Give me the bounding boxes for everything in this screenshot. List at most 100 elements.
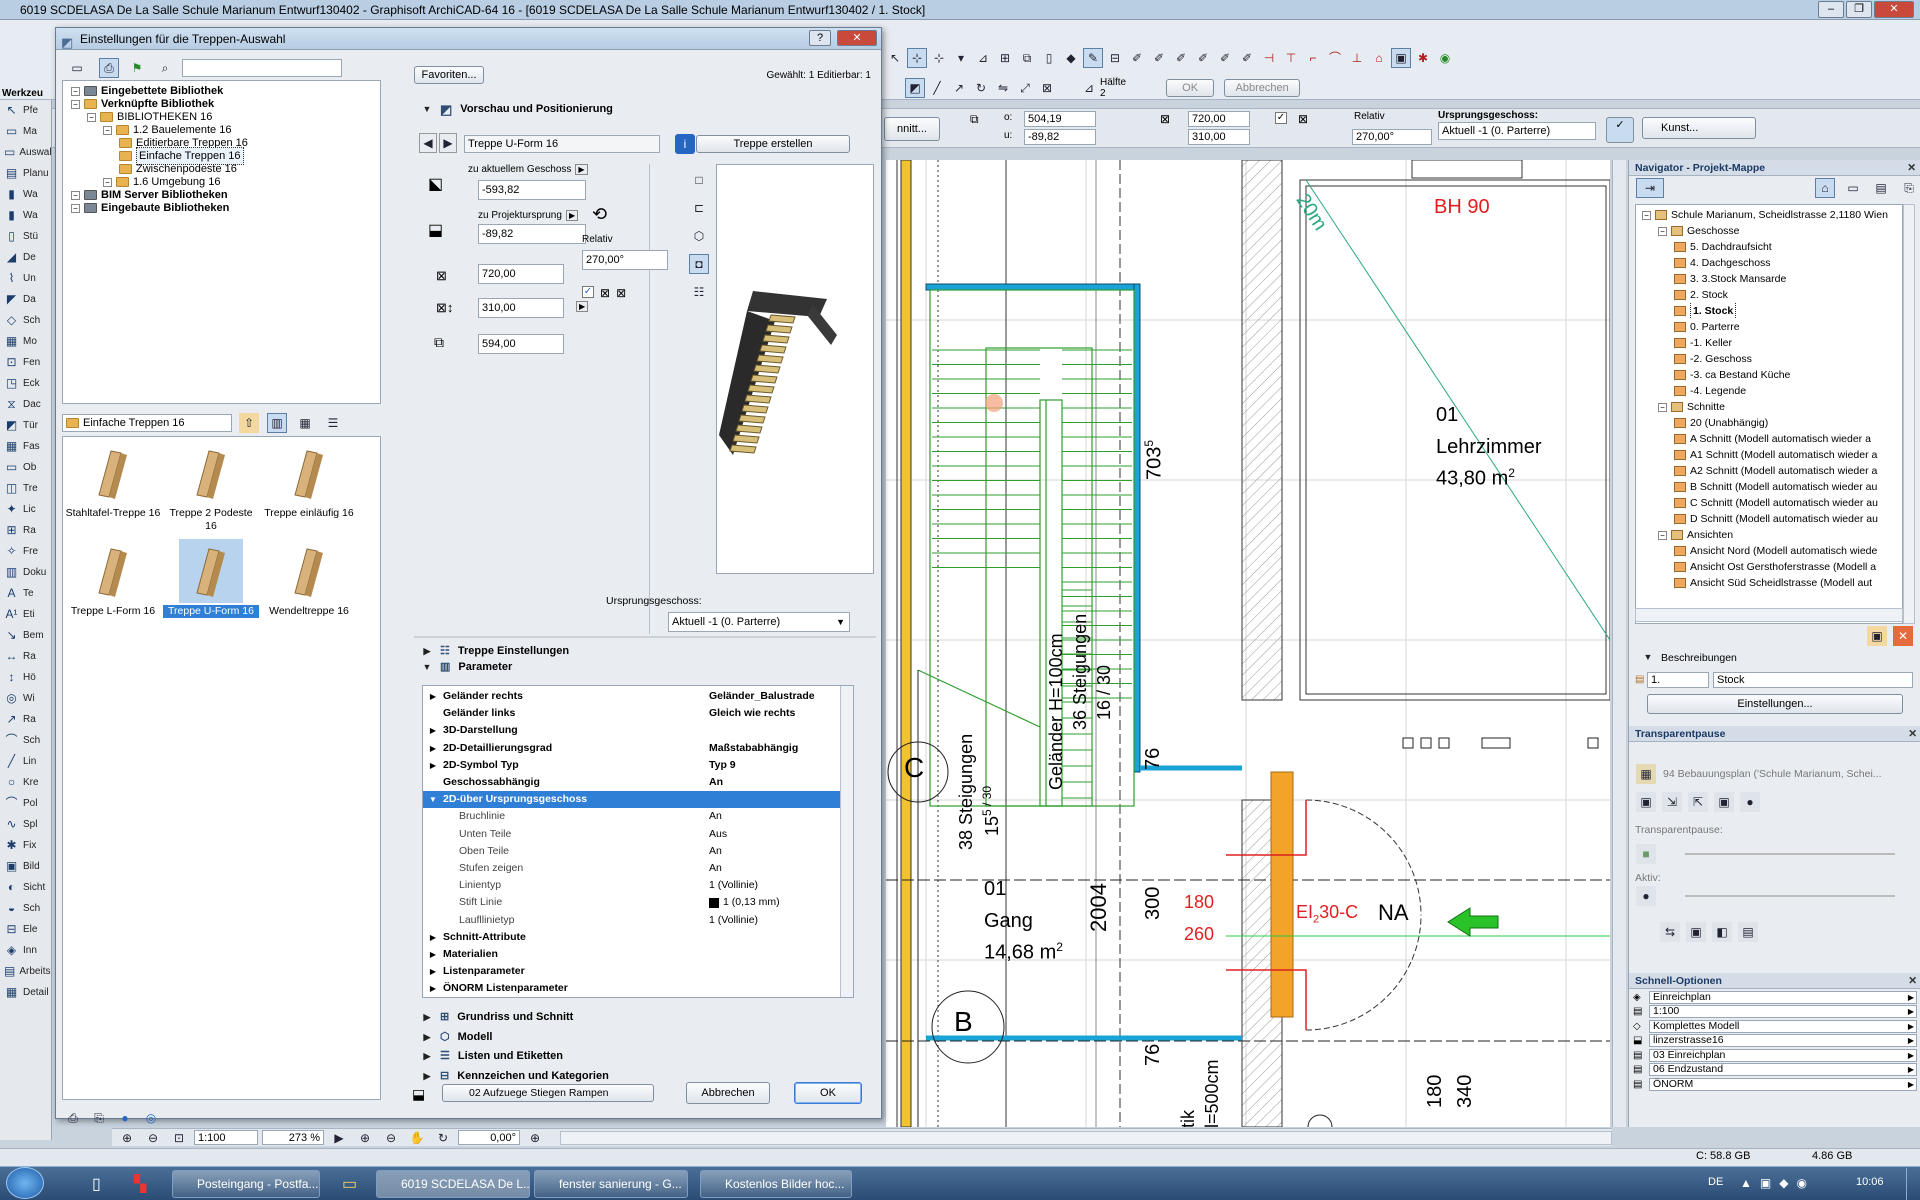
parameter-row[interactable]: Geschossabhängig An: [423, 774, 843, 791]
quick-option-select[interactable]: 1:100 ▶: [1649, 1005, 1917, 1019]
parameter-expander-icon[interactable]: [423, 705, 443, 722]
edit-icon-6[interactable]: ✐: [1237, 48, 1257, 68]
mirror-checkbox[interactable]: ✓: [582, 286, 594, 298]
trace-tool-1-icon[interactable]: ▣: [1636, 792, 1656, 812]
selection-icon[interactable]: ◩: [905, 78, 925, 98]
toolbox-item[interactable]: ✱ Fix: [0, 835, 51, 856]
intersect-icon[interactable]: ⌐: [1303, 48, 1323, 68]
dialog-help-button[interactable]: ?: [809, 30, 831, 46]
navigator-item[interactable]: 2. Stock: [1636, 287, 1902, 303]
trace-tool-4-icon[interactable]: ▣: [1714, 792, 1734, 812]
taskbar-mail[interactable]: Posteingang - Postfa...: [172, 1170, 320, 1198]
parameter-row[interactable]: ▶ ÖNORM Listenparameter: [423, 980, 843, 997]
library-object[interactable]: Treppe 2 Podeste 16: [163, 441, 259, 533]
toolbox-item[interactable]: ▮ Wa: [0, 205, 51, 226]
toolbox-item[interactable]: ◒ Sch: [0, 898, 51, 919]
toolbox-item[interactable]: ✦ Lic: [0, 499, 51, 520]
layers-icon[interactable]: ⧉: [1017, 48, 1037, 68]
toolbox-item[interactable]: ⌇ Un: [0, 268, 51, 289]
navigator-item[interactable]: Ansicht Ost Gersthoferstrasse (Modell a: [1636, 559, 1902, 575]
snap-icon[interactable]: ⊹: [907, 48, 927, 68]
navigator-item[interactable]: -3. ca Bestand Küche: [1636, 367, 1902, 383]
parameter-row[interactable]: Geländer links Gleich wie rechts: [423, 705, 843, 722]
library-favorite-icon[interactable]: ⚑: [127, 58, 147, 78]
split-icon[interactable]: ⊣: [1259, 48, 1279, 68]
depth-arrow-icon[interactable]: ▶: [576, 301, 589, 312]
zoom-field[interactable]: 273 %: [262, 1130, 324, 1145]
parameter-expander-icon[interactable]: [423, 894, 443, 911]
tree-expander-icon[interactable]: −: [71, 190, 80, 200]
library-object[interactable]: Treppe einläufig 16: [261, 441, 357, 520]
trace-tool-8-icon[interactable]: ◧: [1712, 922, 1732, 942]
favorite-icon[interactable]: ✓: [1606, 117, 1634, 143]
preview-section-header[interactable]: ▼ ◩ Vorschau und Positionierung: [422, 100, 613, 119]
edit-icon-5[interactable]: ✐: [1215, 48, 1235, 68]
origin-offset-field[interactable]: -89,82: [478, 224, 586, 244]
parameter-expander-icon[interactable]: ▶: [423, 929, 443, 946]
zoom-tool-2-icon[interactable]: ⊖: [381, 1128, 401, 1148]
stair-width-field[interactable]: 720,00: [478, 264, 564, 284]
line-icon[interactable]: ╱: [927, 78, 947, 98]
navigator-item[interactable]: 0. Parterre: [1636, 319, 1902, 335]
toolbox-item[interactable]: ▭Auswahl: [0, 142, 51, 163]
zoom-in-icon[interactable]: ⊕: [117, 1128, 137, 1148]
library-tree-pane[interactable]: − Eingebettete Bibliothek − Verknüpfte Bibl…: [62, 80, 381, 404]
suspend-icon[interactable]: ◆: [1061, 48, 1081, 68]
toolbox-item[interactable]: ✧ Fre: [0, 541, 51, 562]
dialog-section[interactable]: ▶ ☰ Listen und Etiketten: [422, 1047, 563, 1066]
navigator-scrollbar[interactable]: [1903, 204, 1915, 624]
navigator-item[interactable]: D Schnitt (Modell automatisch wieder au: [1636, 511, 1902, 527]
toolbox-item[interactable]: ▯ Stü: [0, 226, 51, 247]
stretch-icon[interactable]: ⤢: [1015, 78, 1035, 98]
layer-select[interactable]: 02 Aufzuege Stiegen Rampen: [442, 1084, 654, 1102]
parameter-expander-icon[interactable]: [423, 808, 443, 825]
checkbox-info[interactable]: ✓: [1275, 112, 1287, 124]
lib-tool-2-icon[interactable]: ⎘: [89, 1108, 109, 1128]
toolbox-item[interactable]: ○ Kre: [0, 772, 51, 793]
quick-option-select[interactable]: Komplettes Modell ▶: [1649, 1019, 1917, 1033]
teamwork-icon[interactable]: ◉: [1435, 48, 1455, 68]
folder-select[interactable]: Einfache Treppen 16: [62, 414, 232, 432]
transparent-close-icon[interactable]: ✕: [1908, 726, 1917, 742]
floor-plan-canvas[interactable]: BH 90 20m 01 Lehrzimmer 43,80 m2 01 Gang…: [886, 160, 1610, 1127]
toolbox-item[interactable]: ◢ De: [0, 247, 51, 268]
trace-tool-6-icon[interactable]: ⇆: [1660, 922, 1680, 942]
toolbox-item[interactable]: ↔ Ra: [0, 646, 51, 667]
toolbox-item[interactable]: ▤Arbeitsbl: [0, 961, 51, 982]
navigator-item[interactable]: 5. Dachdraufsicht: [1636, 239, 1902, 255]
toolbox-item[interactable]: ◇ Sch: [0, 310, 51, 331]
parameter-row[interactable]: Bruchlinie An: [423, 808, 843, 825]
edit-icon-3[interactable]: ✐: [1171, 48, 1191, 68]
guide-icon[interactable]: ▾: [951, 48, 971, 68]
preview-list-icon[interactable]: ☷: [689, 282, 709, 302]
dialog-section[interactable]: ▶ ⬡ Modell: [422, 1028, 493, 1047]
create-stair-button[interactable]: Treppe erstellen: [696, 135, 850, 153]
parameter-list[interactable]: ▶ Geländer rechts Geländer_Balustrade Gelän…: [422, 685, 854, 998]
navigator-item[interactable]: − Schnitte: [1636, 399, 1902, 415]
library-filter-icon[interactable]: ⎙: [99, 58, 119, 78]
to-current-story[interactable]: zu aktuellem Geschoss ▶: [468, 164, 588, 175]
rotation-angle-field[interactable]: 270,00°: [582, 250, 668, 270]
snap-options-icon[interactable]: ⊹: [929, 48, 949, 68]
trace-tool-7-icon[interactable]: ▣: [1686, 922, 1706, 942]
quick-option-select[interactable]: 06 Endzustand ▶: [1649, 1063, 1917, 1077]
transparent-slider[interactable]: ■: [1635, 844, 1913, 864]
navigator-item[interactable]: Ansicht Nord (Modell automatisch wiede: [1636, 543, 1902, 559]
story-offset-field[interactable]: -593,82: [478, 180, 586, 200]
next-object-icon[interactable]: ▶: [439, 133, 457, 153]
quick-option-select[interactable]: 03 Einreichplan ▶: [1649, 1048, 1917, 1062]
toolbox-item[interactable]: ▮ Wa: [0, 184, 51, 205]
minimize-button[interactable]: –: [1818, 1, 1844, 18]
navigator-expander-icon[interactable]: −: [1658, 226, 1667, 236]
quick-option-select[interactable]: ÖNORM ▶: [1649, 1077, 1917, 1091]
parameter-row[interactable]: ▶ Geländer rechts Geländer_Balustrade: [423, 688, 843, 705]
slider-color-icon[interactable]: ■: [1636, 844, 1656, 864]
navigator-item[interactable]: 4. Dachgeschoss: [1636, 255, 1902, 271]
language-indicator[interactable]: DE: [1708, 1176, 1723, 1188]
quick-option[interactable]: ◇ Komplettes Modell ▶: [1633, 1019, 1917, 1034]
zoom-out-icon[interactable]: ⊖: [143, 1128, 163, 1148]
navigator-h-scrollbar[interactable]: [1635, 608, 1903, 622]
taskbar-pdf-icon[interactable]: ▚: [134, 1174, 146, 1194]
navigator-item[interactable]: Ansicht Süd Scheidlstrasse (Modell aut: [1636, 575, 1902, 591]
navigator-item[interactable]: -2. Geschoss: [1636, 351, 1902, 367]
